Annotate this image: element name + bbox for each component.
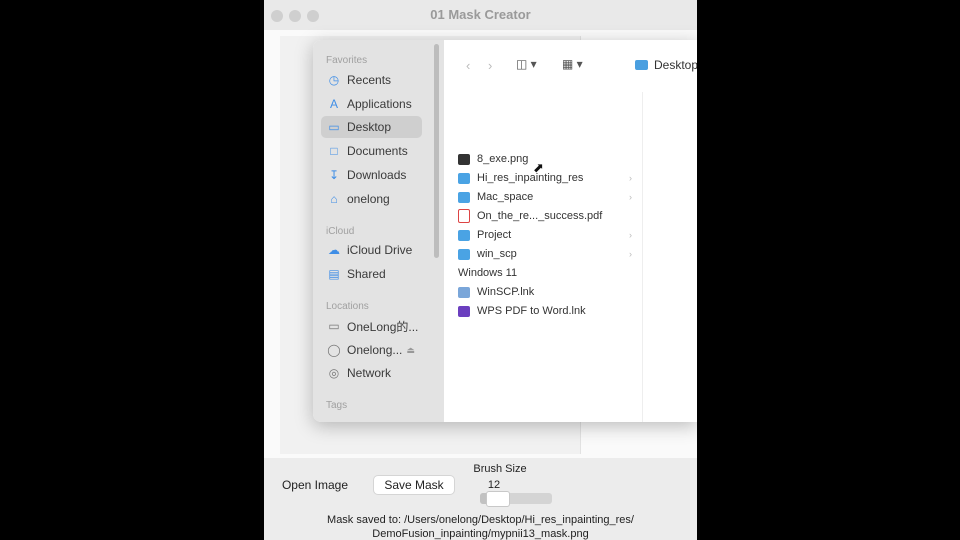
list-item[interactable]: Project › [458,226,638,244]
folder-icon [458,229,470,241]
folder-icon [635,60,648,70]
sidebar-item-desktop[interactable]: ▭ Desktop [321,116,422,138]
sidebar-item-label: OneLong的... [347,319,419,334]
status-line-2: DemoFusion_inpainting/mypnii13_mask.png [372,528,589,540]
sidebar-item-recents[interactable]: ◷ Recents [321,69,422,91]
column-view-icon[interactable]: ◫ ▾ [516,57,537,71]
brush-size-label: Brush Size [473,463,527,475]
tags-section-label: Tags [326,400,348,411]
list-item[interactable]: 8_exe.png [458,150,638,168]
shortcut-file-icon [458,286,470,298]
document-icon: □ [330,144,338,158]
sidebar-item-label: Applications [347,97,412,111]
sidebar-item-applications[interactable]: A Applications [321,93,422,115]
favorites-section-label: Favorites [326,55,368,66]
folder-icon [458,172,470,184]
window-title: 01 Mask Creator [430,7,531,22]
shared-folder-icon: ▤ [328,267,340,281]
brush-size-slider[interactable] [480,491,552,507]
mouse-pointer-icon: ⬈ [533,160,544,175]
sidebar-item-label: Network [347,366,392,380]
sidebar-item-downloads[interactable]: ↧ Downloads [321,164,422,186]
file-name: Mac_space [477,191,534,203]
file-name: WinSCP.lnk [477,286,535,298]
slider-knob[interactable] [486,491,510,507]
chevron-right-icon: › [629,192,632,202]
chevron-right-icon: › [629,173,632,183]
sidebar-item-documents[interactable]: □ Documents [321,140,422,162]
network-icon: ◎ [328,366,340,380]
location-label: Desktop [654,58,697,72]
file-list: 8_exe.png Hi_res_inpainting_res › Mac_sp… [444,92,642,422]
sidebar-item-onelong[interactable]: ⌂ onelong [321,188,422,210]
location-popup[interactable]: Desktop [635,58,697,72]
list-item[interactable]: win_scp › [458,245,638,263]
controls-panel: Open Image Save Mask Brush Size 12 Mask … [264,458,697,540]
sidebar-scrollbar[interactable] [434,44,439,258]
download-icon: ↧ [328,168,340,182]
eject-icon[interactable]: ⏏ [406,345,415,356]
save-mask-button[interactable]: Save Mask [374,476,454,494]
pdf-file-icon [458,209,470,223]
chevron-right-icon: › [629,249,632,259]
sidebar-item-network[interactable]: ◎ Network [321,362,422,384]
applications-icon: A [329,97,338,111]
list-item[interactable]: Hi_res_inpainting_res › [458,169,638,187]
home-icon: ⌂ [330,192,338,206]
chevron-right-icon: › [629,230,632,240]
sidebar-item-label: Downloads [347,168,407,182]
list-item[interactable]: WinSCP.lnk [458,283,638,301]
sidebar-item-icloud-drive[interactable]: ☁ iCloud Drive [321,239,422,261]
clock-icon: ◷ [328,73,340,87]
desktop-icon: ▭ [328,120,340,134]
sidebar-item-label: Desktop [347,120,392,134]
file-name: Project [477,229,512,241]
folder-icon [458,248,470,260]
sidebar-item-shared[interactable]: ▤ Shared [321,263,422,285]
grid-view-icon[interactable]: ▦ ▾ [562,57,583,71]
folder-icon [458,191,470,203]
sidebar-item-disk[interactable]: ◯ Onelong... ⏏ [321,339,422,361]
preview-column [642,92,697,422]
open-image-button[interactable]: Open Image [280,476,350,494]
sidebar-item-label: onelong [347,192,390,206]
brush-size-value: 12 [487,479,501,491]
file-name: WPS PDF to Word.lnk [477,305,586,317]
disk-icon: ◯ [327,343,341,357]
forward-icon[interactable]: › [488,58,492,73]
open-file-dialog: Favorites ◷ Recents A Applications ▭ Des… [313,40,697,422]
file-name: Windows 11 [458,267,518,279]
list-item[interactable]: Windows 11 [458,264,638,282]
cloud-icon: ☁ [328,243,340,257]
title-bar: 01 Mask Creator [264,0,697,31]
sidebar-item-label: Shared [347,267,386,281]
list-item[interactable]: On_the_re..._success.pdf [458,207,638,225]
sidebar-item-label: Documents [347,144,408,158]
sidebar-item-computer[interactable]: ▭ OneLong的... [321,315,422,337]
sidebar-item-label: Onelong... [347,343,403,357]
status-line-1: Mask saved to: /Users/onelong/Desktop/Hi… [327,514,634,526]
list-item[interactable]: Mac_space › [458,188,638,206]
file-name: On_the_re..._success.pdf [477,210,603,222]
file-name: win_scp [477,248,517,260]
back-icon[interactable]: ‹ [466,58,470,73]
image-file-icon [458,153,470,165]
wps-file-icon [458,305,470,317]
file-name: Hi_res_inpainting_res [477,172,584,184]
locations-section-label: Locations [326,301,369,312]
sidebar-item-label: iCloud Drive [347,243,413,257]
icloud-section-label: iCloud [326,226,355,237]
list-item[interactable]: WPS PDF to Word.lnk [458,302,638,320]
dialog-sidebar: Favorites ◷ Recents A Applications ▭ Des… [313,40,445,422]
computer-icon: ▭ [328,319,340,333]
file-name: 8_exe.png [477,153,529,165]
sidebar-item-label: Recents [347,73,392,87]
